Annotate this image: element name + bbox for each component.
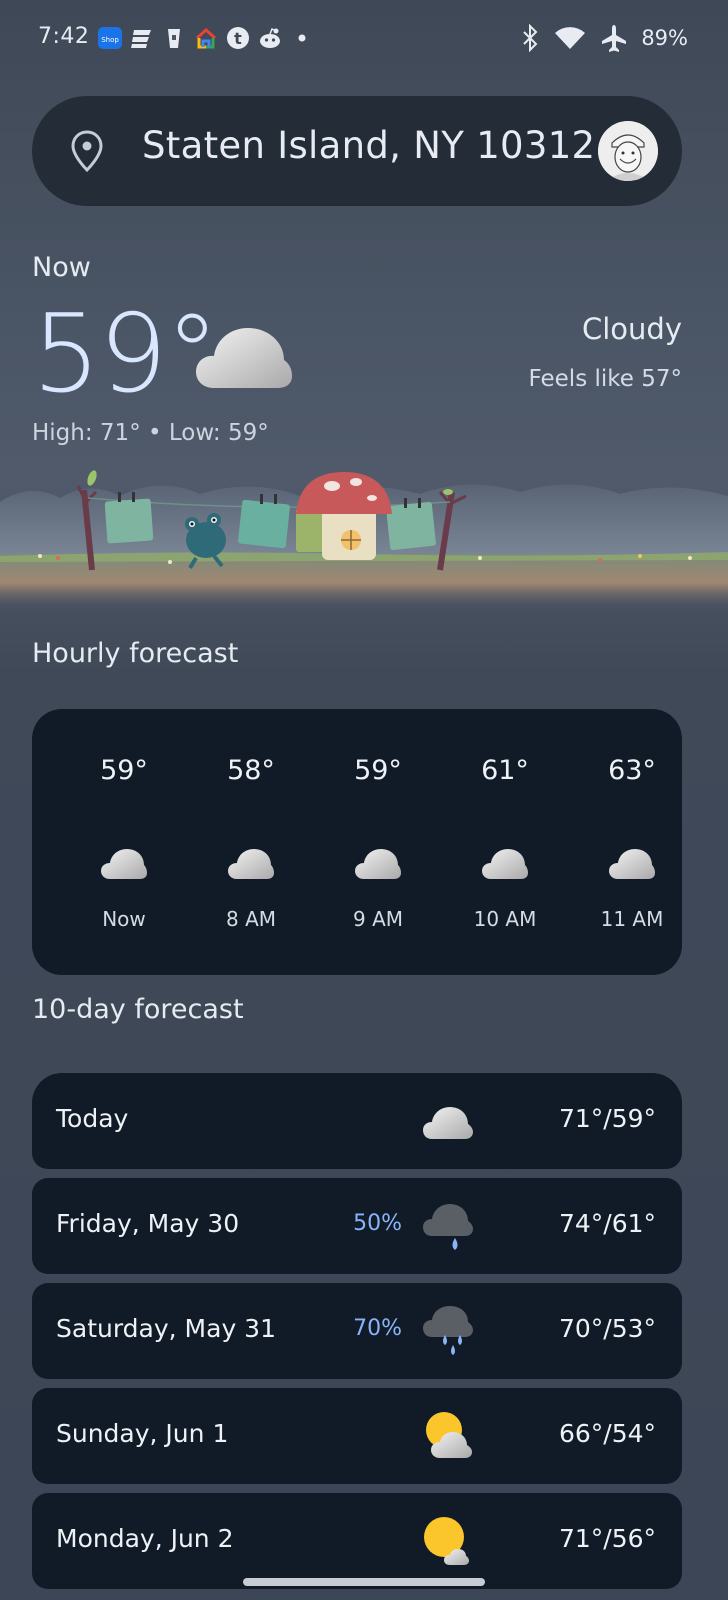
cup-icon (162, 26, 186, 50)
hourly-temp: 61° (481, 755, 529, 786)
dot-icon (290, 26, 314, 50)
day-high-low: 66°/54° (558, 1419, 656, 1448)
daily-row-saturday[interactable]: Saturday, May 31 70% 70°/53° (32, 1283, 682, 1379)
svg-text:t: t (234, 29, 242, 48)
cloud-icon (196, 328, 292, 388)
now-label: Now (32, 252, 91, 283)
cloud-icon (423, 1107, 473, 1139)
day-name: Sunday, Jun 1 (56, 1419, 229, 1448)
cloud-icon (355, 849, 401, 879)
feels-like-text: Feels like 57° (528, 366, 682, 392)
high-low-text: High: 71° • Low: 59° (32, 420, 269, 446)
avatar[interactable] (598, 121, 658, 181)
location-name: Staten Island, NY 10312 (142, 124, 596, 167)
hourly-forecast-card[interactable]: 59° Now 58° 8 AM 59° 9 AM 61° 10 AM 63° … (32, 709, 682, 975)
precip-chance: 50% (353, 1211, 402, 1236)
hourly-item[interactable]: 59° Now (64, 709, 184, 975)
hourly-time: 10 AM (473, 907, 537, 931)
day-high-low: 74°/61° (558, 1209, 656, 1238)
hourly-temp: 63° (608, 755, 656, 786)
hourly-time: Now (102, 907, 146, 931)
shop-icon-label: Shop (101, 36, 119, 44)
daily-forecast-title: 10-day forecast (32, 994, 244, 1025)
tumblr-icon: t (226, 26, 250, 50)
heavy-rain-cloud-icon (423, 1306, 473, 1355)
hourly-item[interactable]: 61° 10 AM (445, 709, 565, 975)
weather-illustration (0, 470, 728, 612)
battery-percent: 89% (641, 26, 688, 50)
daily-row-sunday[interactable]: Sunday, Jun 1 66°/54° (32, 1388, 682, 1484)
cloud-icon (482, 849, 528, 879)
mostly-sunny-icon (424, 1517, 469, 1565)
wifi-icon (555, 27, 586, 49)
daily-row-monday[interactable]: Monday, Jun 2 71°/56° (32, 1493, 682, 1589)
notification-icons: Shop t (98, 26, 314, 50)
status-bar: 7:42 Shop t 89% (0, 0, 728, 80)
shop-icon: Shop (98, 26, 122, 50)
day-name: Monday, Jun 2 (56, 1524, 234, 1553)
hourly-item[interactable]: 58° 8 AM (191, 709, 311, 975)
day-high-low: 71°/59° (558, 1104, 656, 1133)
day-name: Friday, May 30 (56, 1209, 240, 1238)
hourly-item[interactable]: 59° 9 AM (318, 709, 438, 975)
current-temperature: 59° (32, 292, 219, 417)
news-icon (130, 26, 154, 50)
day-high-low: 70°/53° (558, 1314, 656, 1343)
cloud-icon (228, 849, 274, 879)
airplane-mode-icon (602, 25, 627, 52)
location-pin-icon (71, 130, 103, 172)
hourly-temp: 58° (227, 755, 275, 786)
hourly-time: 11 AM (600, 907, 664, 931)
google-home-icon (194, 26, 218, 50)
day-name: Today (56, 1104, 129, 1133)
precip-chance: 70% (353, 1316, 402, 1341)
daily-row-today[interactable]: Today 71°/59° (32, 1073, 682, 1169)
cloud-icon (101, 849, 147, 879)
hourly-temp: 59° (100, 755, 148, 786)
home-indicator[interactable] (243, 1578, 485, 1586)
hourly-time: 8 AM (225, 907, 277, 931)
condition-text: Cloudy (582, 312, 682, 346)
hourly-time: 9 AM (352, 907, 404, 931)
status-right: 89% (521, 24, 688, 52)
hourly-temp: 59° (354, 755, 402, 786)
status-time: 7:42 (38, 24, 90, 49)
partly-sunny-icon (426, 1412, 472, 1458)
hourly-item[interactable]: 63° 11 AM (572, 709, 692, 975)
cloud-icon (609, 849, 655, 879)
rain-cloud-icon (423, 1204, 473, 1250)
location-search-bar[interactable]: Staten Island, NY 10312 (32, 96, 682, 206)
day-high-low: 71°/56° (558, 1524, 656, 1553)
bluetooth-icon (523, 24, 538, 52)
day-name: Saturday, May 31 (56, 1314, 276, 1343)
daily-row-friday[interactable]: Friday, May 30 50% 74°/61° (32, 1178, 682, 1274)
hourly-forecast-title: Hourly forecast (32, 638, 239, 669)
reddit-icon (258, 26, 282, 50)
